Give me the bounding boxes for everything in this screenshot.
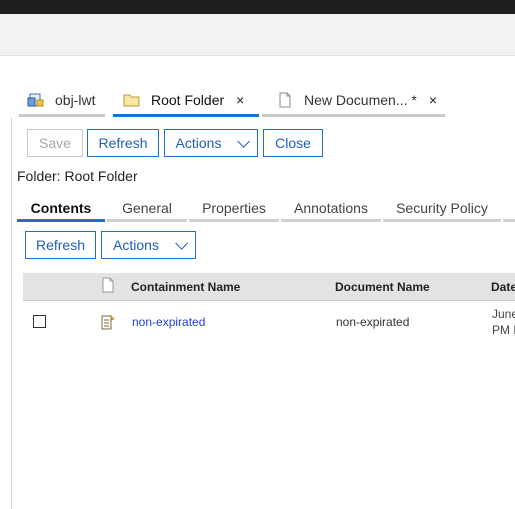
date-cell-line2: PM F [492, 323, 515, 337]
column-date[interactable]: Date [491, 280, 515, 294]
tab-label: obj-lwt [55, 92, 96, 108]
close-icon[interactable]: × [429, 92, 437, 108]
tab-overflow [503, 196, 515, 222]
column-containment-name[interactable]: Containment Name [131, 280, 240, 294]
tab-root-folder[interactable]: Root Folder × [113, 86, 259, 117]
close-icon[interactable]: × [236, 92, 244, 108]
tab-new-document[interactable]: New Documen... * × [262, 86, 445, 117]
chevron-down-icon [175, 236, 188, 250]
contents-refresh-button[interactable]: Refresh [25, 231, 96, 259]
panel-divider [11, 118, 12, 509]
tab-security-policy[interactable]: Security Policy [383, 196, 501, 222]
close-button[interactable]: Close [263, 129, 323, 157]
tab-general[interactable]: General [107, 196, 187, 222]
refresh-button[interactable]: Refresh [87, 129, 159, 157]
contents-actions-dropdown[interactable]: Actions [101, 231, 196, 259]
column-document-name[interactable]: Document Name [335, 280, 430, 294]
row-checkbox[interactable] [33, 315, 46, 328]
table-row[interactable]: non-expirated non-expirated June PM F [23, 301, 515, 343]
date-cell-line1: June [492, 307, 515, 321]
tab-contents[interactable]: Contents [17, 196, 105, 222]
tab-obj-lwt[interactable]: obj-lwt [19, 86, 105, 117]
tab-label: New Documen... * [304, 92, 417, 108]
actions-label: Actions [175, 135, 222, 151]
actions-dropdown[interactable]: Actions [164, 129, 258, 157]
tab-properties[interactable]: Properties [189, 196, 279, 222]
folder-icon [123, 92, 141, 108]
document-icon [101, 314, 115, 333]
folder-subtabs: Contents General Properties Annotations … [17, 196, 515, 222]
app-top-bar [0, 0, 515, 14]
header-bar [0, 14, 515, 56]
document-name-cell: non-expirated [336, 315, 410, 329]
document-class-icon [27, 92, 45, 108]
folder-label: Folder: Root Folder [17, 168, 138, 184]
save-button[interactable]: Save [27, 129, 83, 157]
document-type-column-icon[interactable] [101, 277, 115, 296]
containment-name-link[interactable]: non-expirated [132, 315, 205, 329]
grid-header: Containment Name Document Name Date [23, 273, 515, 301]
tab-annotations[interactable]: Annotations [281, 196, 381, 222]
actions-label: Actions [113, 237, 159, 253]
tab-label: Root Folder [151, 92, 225, 108]
document-tabs: obj-lwt Root Folder × New Documen... * × [0, 86, 515, 118]
document-icon [276, 92, 294, 108]
chevron-down-icon [237, 134, 251, 148]
